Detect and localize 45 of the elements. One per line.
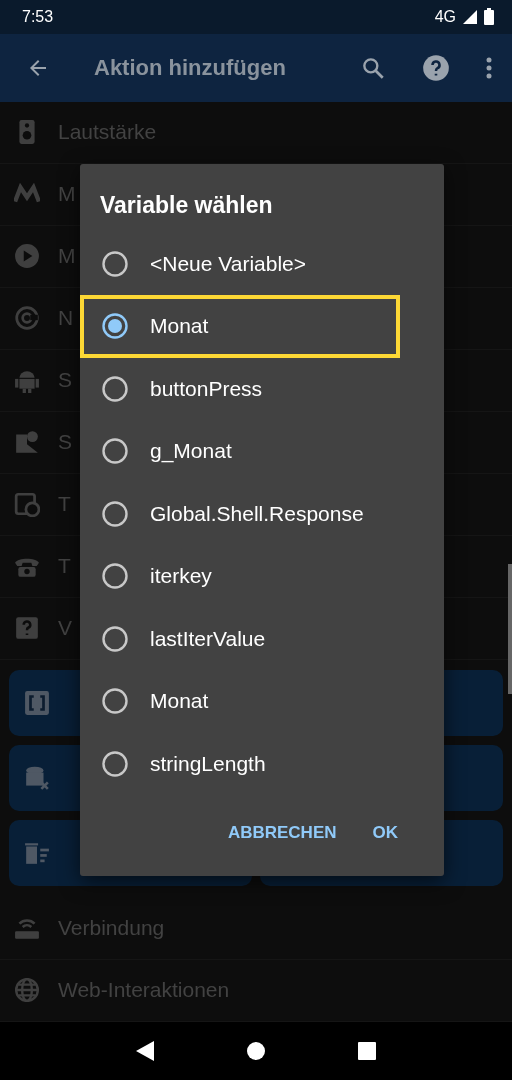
option-label: <Neue Variable> xyxy=(150,251,307,276)
variable-option[interactable]: <Neue Variable> xyxy=(80,232,400,296)
variable-option[interactable]: lastIterValue xyxy=(80,607,400,671)
option-label: g_Monat xyxy=(150,439,232,464)
brackets-icon xyxy=(24,689,50,716)
option-label: stringLength xyxy=(150,751,266,776)
more-icon[interactable] xyxy=(486,56,492,79)
play-icon xyxy=(14,243,40,270)
back-icon[interactable] xyxy=(135,1039,156,1062)
variable-option[interactable]: Monat xyxy=(80,670,400,733)
clock: 7:53 xyxy=(22,7,54,26)
variable-option[interactable]: g_Monat xyxy=(80,420,400,483)
variable-option[interactable]: Global.Shell.Response xyxy=(80,482,400,546)
option-label: iterkey xyxy=(150,564,212,589)
radio-button[interactable] xyxy=(102,375,128,402)
radio-button[interactable] xyxy=(102,250,128,277)
help-icon[interactable] xyxy=(422,53,450,82)
database-icon xyxy=(24,764,50,791)
screen-title: Aktion hinzufügen xyxy=(94,54,287,81)
variable-option[interactable]: iterkey xyxy=(80,545,400,608)
option-label: lastIterValue xyxy=(150,626,266,651)
radio-button[interactable] xyxy=(102,750,128,777)
variable-option[interactable]: stringLength xyxy=(80,732,400,796)
option-label: Global.Shell.Response xyxy=(150,501,364,526)
radio-button[interactable] xyxy=(102,688,128,715)
radio-button[interactable] xyxy=(102,500,128,527)
dialog-title: Variable wählen xyxy=(99,191,274,220)
battery-icon xyxy=(484,8,494,26)
radio-button[interactable] xyxy=(102,625,128,652)
option-label: Monat xyxy=(150,314,209,339)
home-icon[interactable] xyxy=(246,1040,266,1061)
network-type: 4G xyxy=(434,7,456,26)
variable-option[interactable]: Monat xyxy=(80,295,400,358)
question-icon xyxy=(14,615,40,642)
signal-icon xyxy=(462,8,478,25)
globe-icon xyxy=(14,977,40,1004)
recents-icon[interactable] xyxy=(356,1040,377,1061)
radio-button[interactable] xyxy=(102,313,128,340)
variable-option[interactable]: buttonPress xyxy=(80,357,400,421)
dialog-button[interactable]: ABBRECHEN xyxy=(221,815,343,852)
radio-button[interactable] xyxy=(102,563,128,590)
dialog-button[interactable]: OK xyxy=(366,815,404,852)
option-label: buttonPress xyxy=(150,376,263,401)
option-label: Monat xyxy=(150,689,209,714)
radio-button[interactable] xyxy=(102,438,128,465)
